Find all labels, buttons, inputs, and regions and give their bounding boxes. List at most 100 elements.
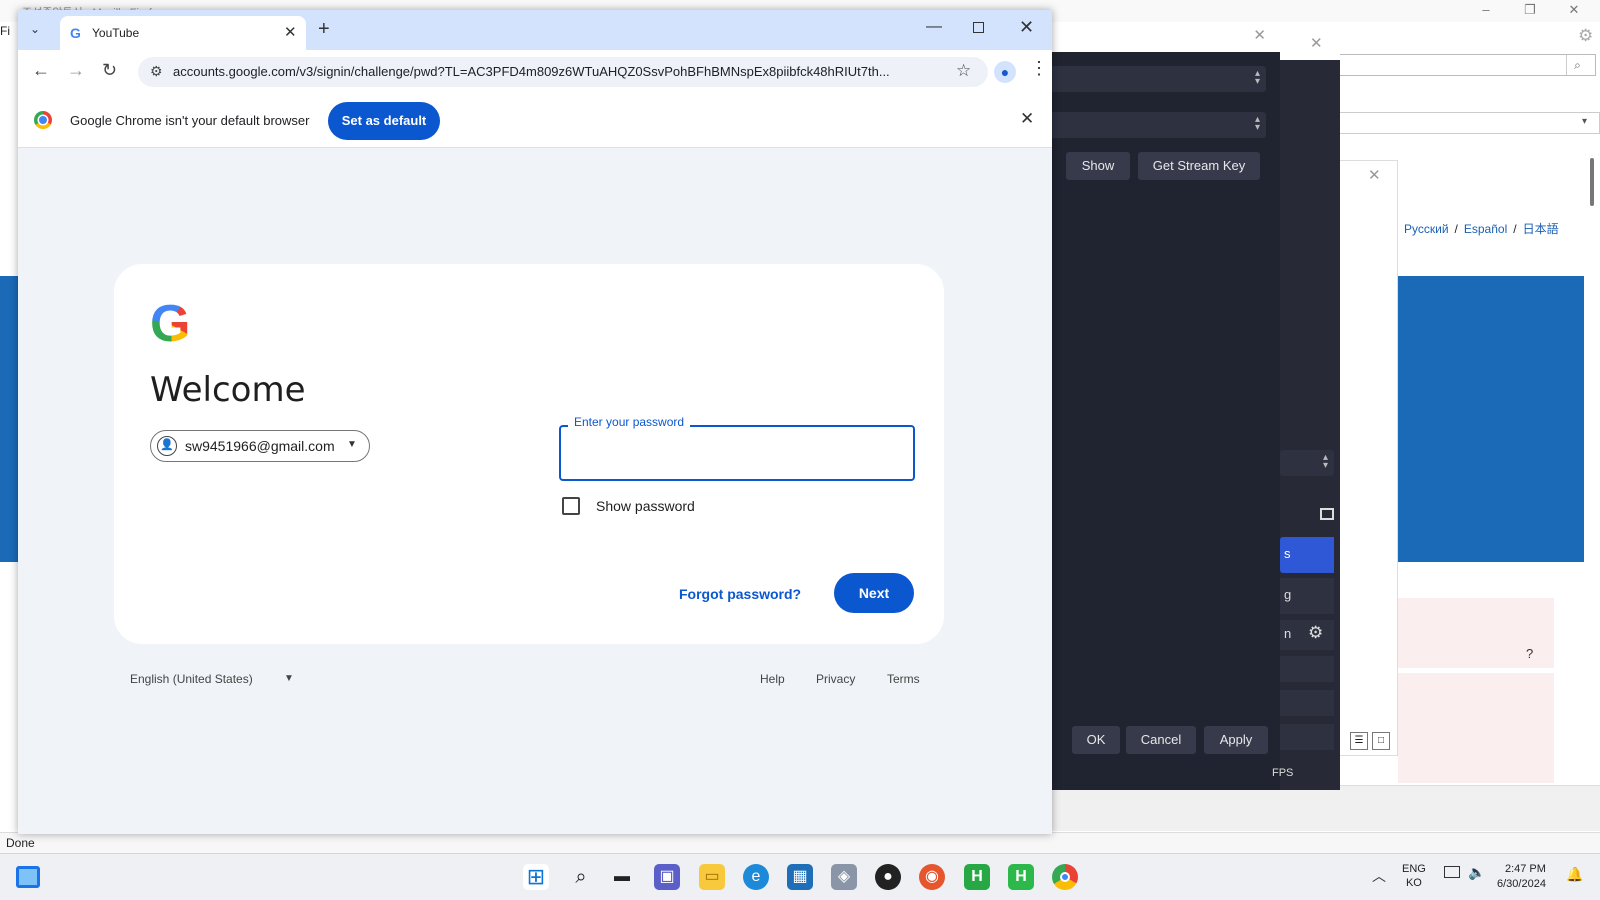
footer-privacy-link[interactable]: Privacy <box>816 672 855 686</box>
network-icon[interactable] <box>1444 866 1460 878</box>
forgot-password-link[interactable]: Forgot password? <box>679 586 801 602</box>
menu-dots-icon[interactable]: ⋮ <box>1030 58 1048 79</box>
search-icon[interactable]: ⌕ <box>1566 55 1588 75</box>
site-info-icon[interactable]: ⚙ <box>150 63 163 80</box>
get-stream-key-button[interactable]: Get Stream Key <box>1138 152 1260 180</box>
app-icon[interactable]: ◈ <box>831 864 857 890</box>
minimize-icon[interactable]: – <box>1466 2 1506 17</box>
page-banner-right <box>1398 276 1584 562</box>
firefox-menu-file[interactable]: Fi <box>0 24 10 38</box>
popout-icon[interactable] <box>1320 508 1334 520</box>
teams-icon[interactable]: ▣ <box>654 864 680 890</box>
ok-button[interactable]: OK <box>1072 726 1120 754</box>
password-field[interactable] <box>559 425 915 481</box>
close-icon[interactable]: ✕ <box>1368 166 1381 184</box>
obs-control-button[interactable]: g <box>1280 578 1334 614</box>
minimize-icon[interactable]: — <box>926 18 942 36</box>
chrome-icon[interactable] <box>1052 864 1078 890</box>
close-icon[interactable]: ✕ <box>1253 26 1266 44</box>
language-link-japanese[interactable]: 日本語 <box>1523 222 1559 236</box>
firefox-icon[interactable]: ◉ <box>919 864 945 890</box>
close-icon[interactable]: ✕ <box>1019 17 1034 38</box>
page-panel <box>1398 673 1554 783</box>
firefox-dropdown[interactable] <box>1310 112 1600 134</box>
obs-icon[interactable]: ● <box>875 864 901 890</box>
lang-top: ENG <box>1402 863 1426 875</box>
obs-active-button[interactable]: s <box>1280 537 1334 573</box>
chrome-logo-icon <box>34 111 52 129</box>
back-icon[interactable]: ← <box>32 60 50 81</box>
volume-icon[interactable]: 🔈 <box>1468 864 1485 881</box>
tab-youtube[interactable]: G YouTube ✕ <box>60 16 306 50</box>
list-view-icon[interactable]: ☰ <box>1350 732 1368 750</box>
obs-server-select[interactable]: ▴ ▾ <box>1034 112 1266 138</box>
apply-button[interactable]: Apply <box>1204 726 1268 754</box>
footer-help-link[interactable]: Help <box>760 672 785 686</box>
close-icon[interactable]: ✕ <box>284 23 297 41</box>
clock[interactable]: 2:47 PM 6/30/2024 <box>1497 862 1546 892</box>
language-select[interactable]: English (United States) <box>130 672 253 686</box>
small-dialog <box>1338 160 1398 756</box>
chevron-up-icon[interactable]: ︿ <box>1372 866 1386 886</box>
chrome-toolbar: ← → ↻ ⚙ accounts.google.com/v3/signin/ch… <box>18 50 1052 94</box>
footer-terms-link[interactable]: Terms <box>887 672 920 686</box>
obs-control-button-label: g <box>1284 587 1292 602</box>
password-input[interactable] <box>569 437 905 469</box>
close-icon[interactable]: ✕ <box>1554 2 1594 18</box>
hwp-icon[interactable]: H <box>964 864 990 890</box>
set-as-default-button[interactable]: Set as default <box>328 102 440 140</box>
close-icon[interactable]: ✕ <box>1310 34 1323 52</box>
hwp-icon-2[interactable]: H <box>1008 864 1034 890</box>
gear-icon[interactable]: ⚙ <box>1308 623 1323 643</box>
forward-icon[interactable]: → <box>67 60 85 81</box>
search-icon[interactable]: ⌕ <box>568 864 594 890</box>
firefox-search-field[interactable] <box>1310 54 1596 76</box>
scrollbar-thumb[interactable] <box>1590 158 1594 206</box>
help-mark[interactable]: ? <box>1526 646 1533 661</box>
language-link-russian[interactable]: Русский <box>1404 222 1449 236</box>
file-explorer-window-icon[interactable]: ▬ <box>609 864 635 890</box>
spinner-icon: ▴ ▾ <box>1254 114 1260 133</box>
obs-service-select[interactable]: ▴ ▾ <box>1034 66 1266 92</box>
tab-search-icon[interactable]: ⌄ <box>30 22 40 36</box>
account-chooser[interactable]: 👤 sw9451966@gmail.com ▼ <box>150 430 370 462</box>
store-icon[interactable]: ▦ <box>787 864 813 890</box>
chevron-down-icon[interactable]: ▼ <box>284 673 294 684</box>
single-view-icon[interactable]: □ <box>1372 732 1390 750</box>
notification-bell-icon[interactable]: 🔔 <box>1566 866 1583 883</box>
cancel-button[interactable]: Cancel <box>1126 726 1196 754</box>
restore-icon[interactable]: ❐ <box>1510 2 1550 18</box>
show-password-checkbox[interactable] <box>562 497 580 515</box>
language-link-spanish[interactable]: Español <box>1464 222 1507 236</box>
page-banner-left <box>0 276 18 562</box>
address-bar[interactable]: ⚙ accounts.google.com/v3/signin/challeng… <box>138 57 988 87</box>
folder-icon[interactable]: ▭ <box>699 864 725 890</box>
bookmark-star-icon[interactable]: ☆ <box>956 61 971 81</box>
obs-control-button[interactable] <box>1280 690 1334 716</box>
input-language-indicator[interactable]: ENG KO <box>1402 862 1426 890</box>
gear-icon[interactable]: ⚙ <box>1578 26 1593 46</box>
signin-card: G Welcome 👤 sw9451966@gmail.com ▼ Enter … <box>114 264 944 644</box>
show-button[interactable]: Show <box>1066 152 1130 180</box>
edge-icon[interactable]: e <box>743 864 769 890</box>
new-tab-icon[interactable]: + <box>318 18 330 41</box>
next-button[interactable]: Next <box>834 573 914 613</box>
tab-strip: ⌄ G YouTube ✕ + — ✕ <box>18 10 1052 50</box>
close-icon[interactable]: ✕ <box>1020 109 1034 129</box>
chevron-down-icon[interactable]: ▾ <box>1582 116 1587 127</box>
divider <box>1398 552 1584 558</box>
tab-title: YouTube <box>92 26 140 40</box>
obs-dropdown[interactable]: ▴ ▾ <box>1280 450 1334 476</box>
google-logo-icon: G <box>150 295 191 353</box>
obs-control-button[interactable] <box>1280 724 1334 750</box>
maximize-icon[interactable] <box>973 22 984 33</box>
url-text[interactable]: accounts.google.com/v3/signin/challenge/… <box>173 64 933 79</box>
obs-control-button[interactable] <box>1280 656 1334 682</box>
start-icon[interactable]: ⊞ <box>523 864 549 890</box>
reload-icon[interactable]: ↻ <box>102 60 117 81</box>
view-toggle: ☰ □ <box>1350 732 1394 750</box>
show-password-label[interactable]: Show password <box>596 498 695 514</box>
widgets-icon[interactable] <box>16 866 40 888</box>
profile-avatar-icon[interactable]: ● <box>994 61 1016 83</box>
obs-control-button[interactable]: n <box>1280 620 1334 650</box>
